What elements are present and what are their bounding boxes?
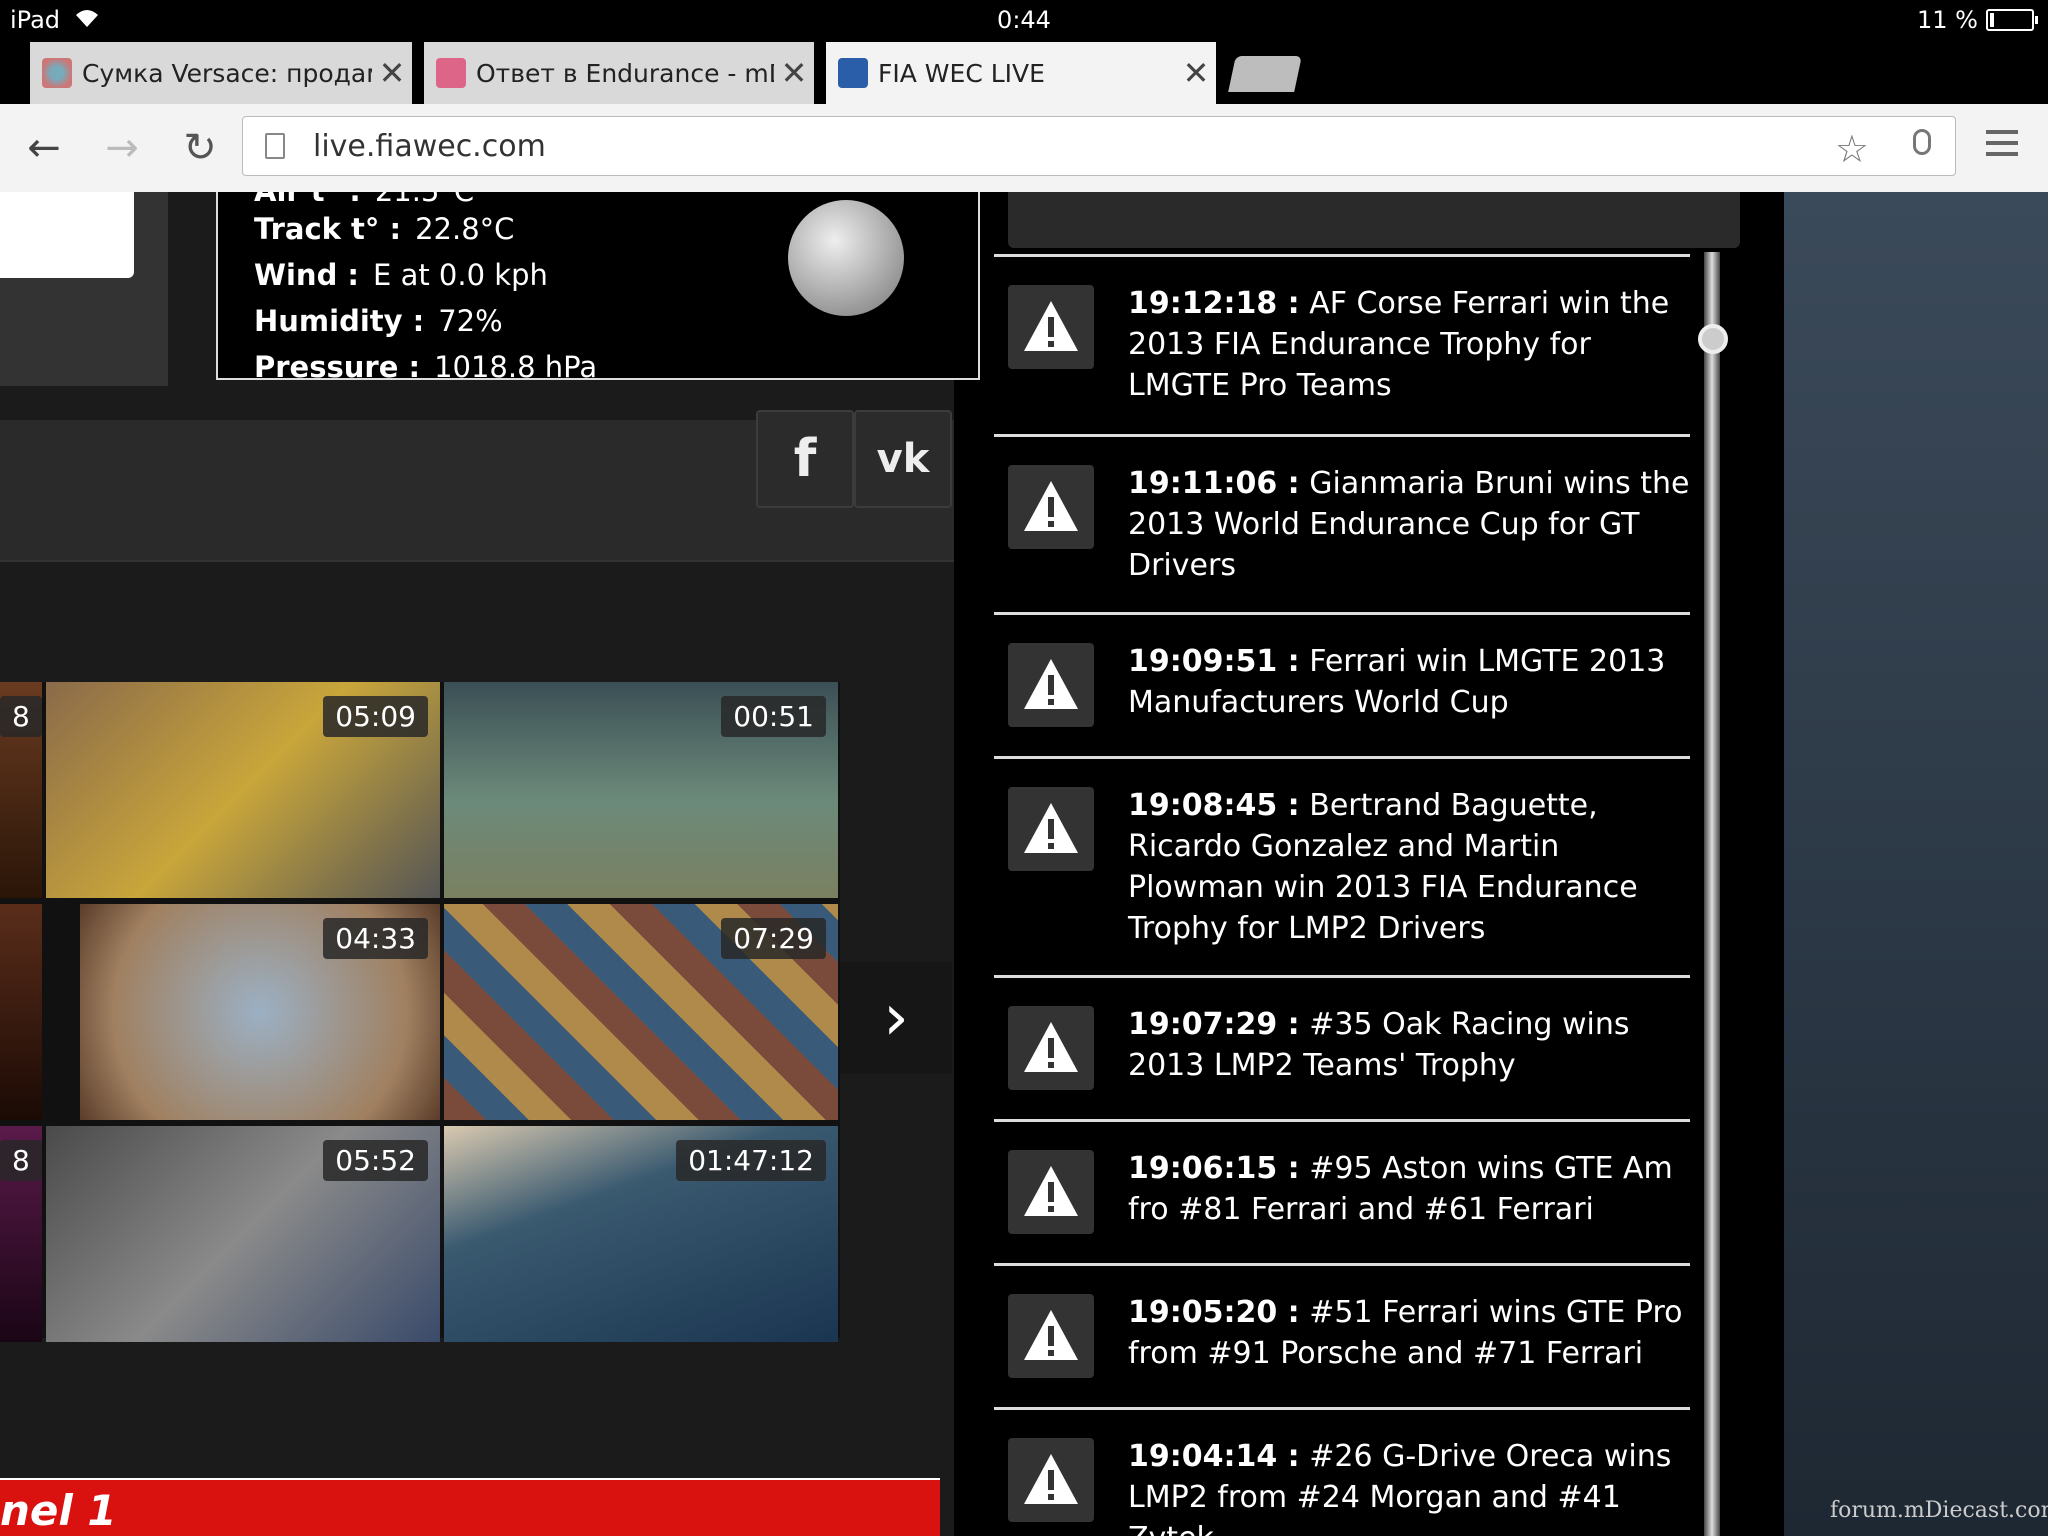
feed-item: 19:11:06 : Gianmaria Bruni wins the 2013… [994,434,1690,613]
tab-label: Ответ в Endurance - mDi [476,58,774,88]
status-bar: iPad 0:44 11 % [0,0,2048,40]
favicon-icon [42,58,72,88]
tab-label: Сумка Versace: продам в [82,58,372,88]
feed-scrollbar[interactable] [1704,252,1720,1536]
url-text: live.fiawec.com [313,129,546,164]
warning-icon [1008,787,1094,871]
feed-text: 19:05:20 : #51 Ferrari wins GTE Pro from… [1128,1292,1690,1374]
feed-time: 19:08:45 : [1128,788,1300,823]
battery-icon [1986,9,2038,31]
close-tab-icon[interactable]: ✕ [372,54,412,92]
feed-item: 19:05:20 : #51 Ferrari wins GTE Pro from… [994,1263,1690,1408]
reload-icon[interactable]: ↻ [176,124,224,172]
feed-time: 19:12:18 : [1128,286,1300,321]
bookmark-star-icon[interactable]: ☆ [1835,127,1869,171]
video-thumbnail[interactable]: 8 [0,682,42,898]
feed-item: 19:07:29 : #35 Oak Racing wins 2013 LMP2… [994,975,1690,1120]
video-grid: 8 05:09 00:51 04:33 07:29 8 05:52 01:47:… [0,682,840,1342]
feed-item: 19:09:51 : Ferrari win LMGTE 2013 Manufa… [994,612,1690,757]
feed-text: 19:09:51 : Ferrari win LMGTE 2013 Manufa… [1128,641,1690,723]
video-duration: 07:29 [721,918,826,959]
tab-strip: Сумка Versace: продам в ✕ Ответ в Endura… [0,40,2048,104]
weather-panel: Air t° :21.5°C Track t° :22.8°C Wind :E … [216,192,980,384]
forward-icon[interactable]: → [98,124,146,172]
feed-header [1008,192,1740,248]
tab-versace[interactable]: Сумка Versace: продам в ✕ [30,42,412,104]
facebook-button[interactable]: f [756,410,854,508]
video-duration: 04:33 [323,918,428,959]
video-thumbnail[interactable]: 07:29 [444,904,838,1120]
new-tab-button[interactable] [1228,56,1302,92]
tab-endurance[interactable]: Ответ в Endurance - mDi ✕ [424,42,814,104]
favicon-icon [838,58,868,88]
tab-label: FIA WEC LIVE [878,58,1045,88]
battery-percent: 11 % [1917,6,1978,34]
feed-time: 19:11:06 : [1128,466,1300,501]
feed-time: 19:06:15 : [1128,1151,1300,1186]
video-duration: 00:51 [721,696,826,737]
video-duration: 05:09 [323,696,428,737]
feed-item: 19:04:14 : #26 G-Drive Oreca wins LMP2 f… [994,1407,1690,1536]
warning-icon [1008,643,1094,727]
left-panel [0,192,168,386]
clock: 0:44 [997,6,1051,34]
feed-text: 19:04:14 : #26 G-Drive Oreca wins LMP2 f… [1128,1436,1690,1536]
feed-text: 19:08:45 : Bertrand Baguette, Ricardo Go… [1128,785,1690,949]
chevron-right-icon[interactable]: › [840,962,952,1074]
video-thumbnail[interactable]: 04:33 [80,904,440,1120]
feed-time: 19:05:20 : [1128,1295,1300,1330]
moon-icon [788,200,904,316]
feed-item: 19:12:18 : AF Corse Ferrari win the 2013… [994,254,1690,433]
video-thumbnail[interactable] [0,904,42,1120]
close-tab-icon[interactable]: ✕ [1176,54,1216,92]
warning-icon [1008,1294,1094,1378]
feed-time: 19:09:51 : [1128,644,1300,679]
web-page: Air t° :21.5°C Track t° :22.8°C Wind :E … [0,192,2048,1536]
vk-button[interactable]: vk [854,410,952,508]
video-thumbnail[interactable]: 01:47:12 [444,1126,838,1342]
page-background [1784,192,2048,1536]
warning-icon [1008,1006,1094,1090]
tab-fia-wec-live[interactable]: FIA WEC LIVE ✕ [826,42,1216,104]
browser-toolbar: ← → ↻ live.fiawec.com ☆ [0,104,2048,193]
feed-time: 19:04:14 : [1128,1439,1300,1474]
scroll-handle[interactable] [1698,324,1728,354]
video-thumbnail[interactable]: 05:09 [46,682,440,898]
video-thumbnail[interactable]: 8 [0,1126,42,1342]
feed-text: 19:07:29 : #35 Oak Racing wins 2013 LMP2… [1128,1004,1690,1086]
feed-item: 19:08:45 : Bertrand Baguette, Ricardo Go… [994,756,1690,976]
close-tab-icon[interactable]: ✕ [774,54,814,92]
favicon-icon [436,58,466,88]
video-thumbnail[interactable]: 00:51 [444,682,838,898]
feed-text: 19:12:18 : AF Corse Ferrari win the 2013… [1128,283,1690,406]
menu-icon[interactable] [1986,130,2018,163]
feed-text: 19:06:15 : #95 Aston wins GTE Am fro #81… [1128,1148,1690,1230]
watermark: forum.mDiecast.com [1830,1498,2048,1523]
warning-icon [1008,285,1094,369]
address-bar[interactable]: live.fiawec.com ☆ [242,116,1956,176]
microphone-icon[interactable] [1913,129,1931,155]
warning-icon [1008,1150,1094,1234]
video-duration: 01:47:12 [676,1140,826,1181]
feed-text: 19:11:06 : Gianmaria Bruni wins the 2013… [1128,463,1690,586]
video-thumbnail[interactable]: 05:52 [46,1126,440,1342]
channel-bar[interactable]: nel 1 [0,1478,940,1536]
page-icon [265,133,285,159]
feed-time: 19:07:29 : [1128,1007,1300,1042]
feed-item: 19:06:15 : #95 Aston wins GTE Am fro #81… [994,1119,1690,1264]
video-duration: 05:52 [323,1140,428,1181]
back-icon[interactable]: ← [20,124,68,172]
warning-icon [1008,1438,1094,1522]
warning-icon [1008,465,1094,549]
